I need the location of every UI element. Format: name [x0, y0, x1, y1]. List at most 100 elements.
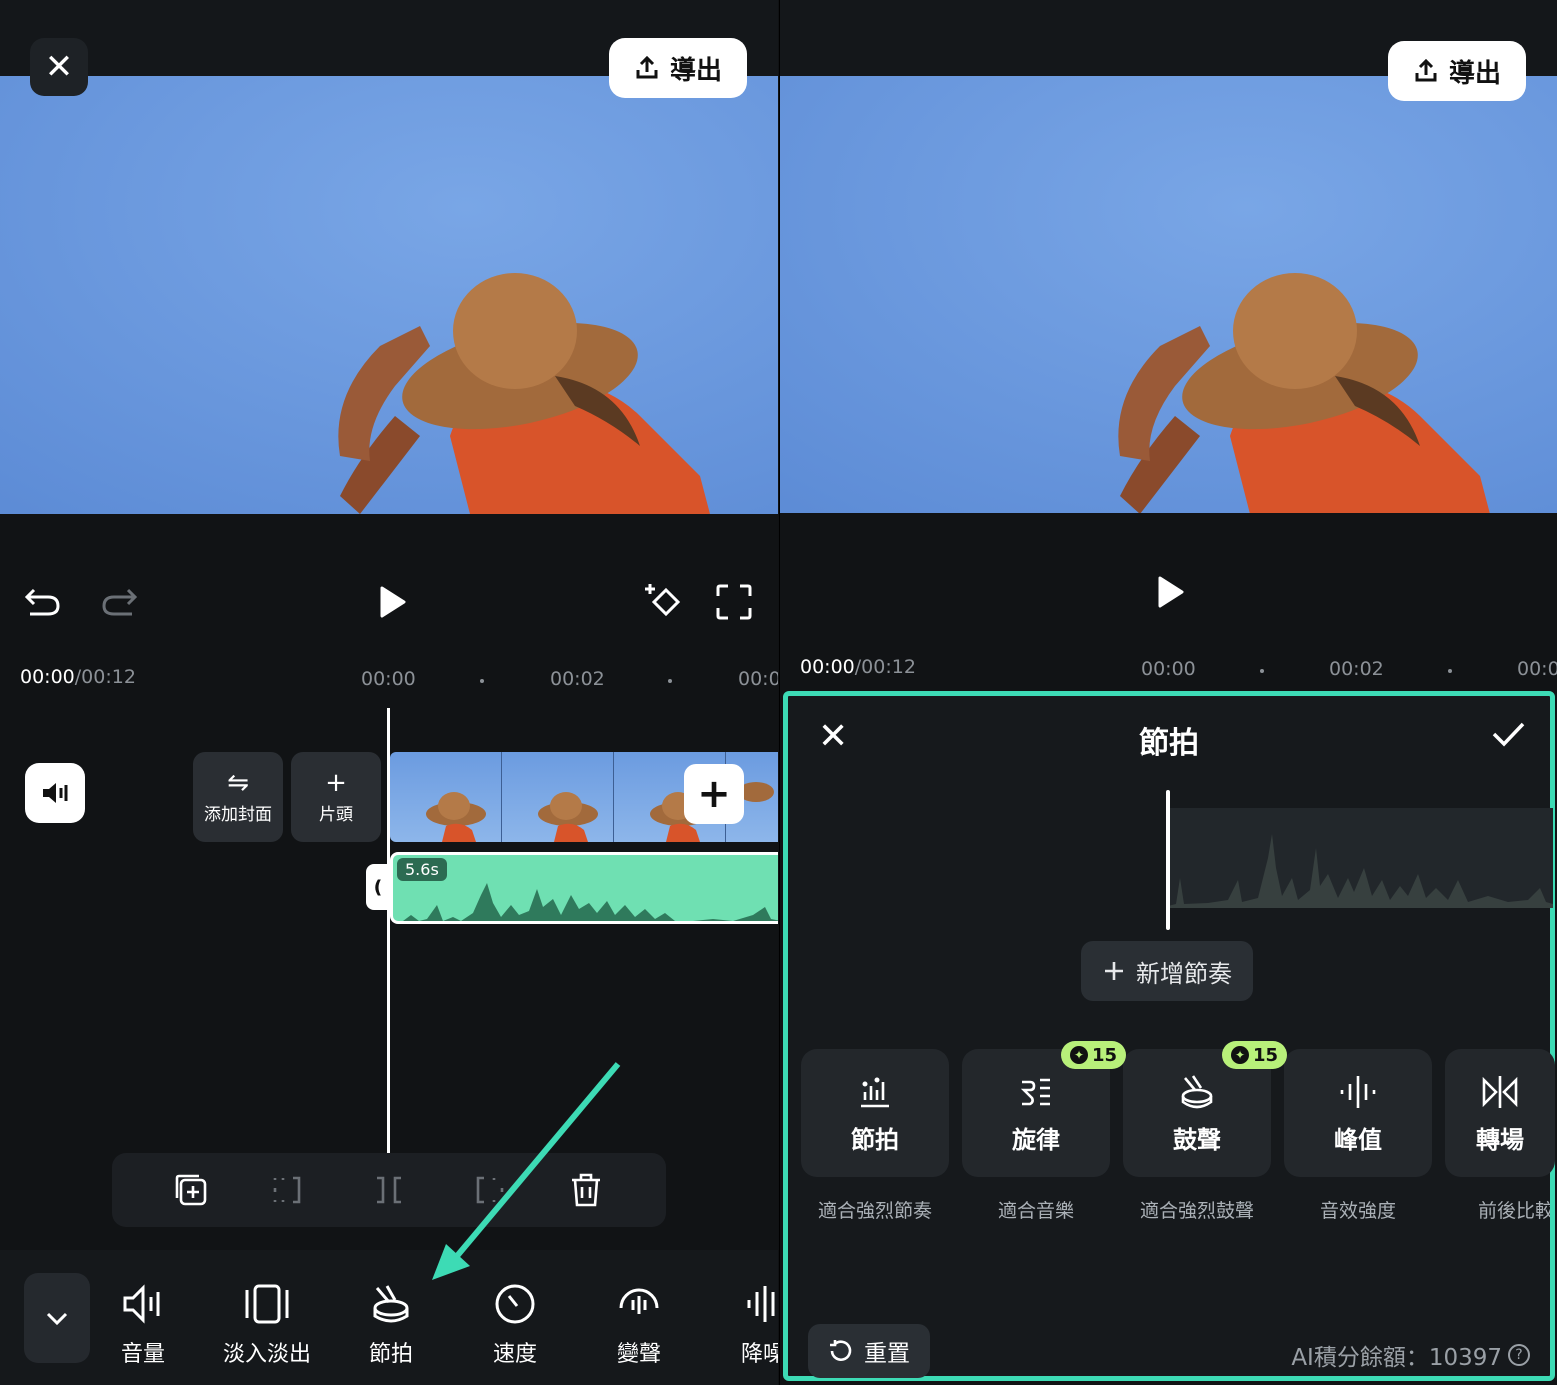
audio-clip[interactable] — [390, 852, 778, 924]
reset-button[interactable]: 重置 — [808, 1324, 930, 1378]
editor-panel-right: 導出 00:00/00:12 00:00 00:02 00:0 ✕ 節拍 新增節… — [779, 0, 1557, 1385]
audio-waveform — [403, 883, 778, 921]
speaker-icon — [43, 783, 68, 803]
beat-cursor[interactable] — [1166, 790, 1170, 930]
beat-panel: ✕ 節拍 新增節奏 節拍 旋律 鼓聲 峰值 轉場 ✦ 15 ✦ 15 適合強烈節… — [783, 691, 1555, 1381]
video-preview[interactable] — [780, 76, 1557, 513]
credit-coin-icon: ✦ — [1070, 1046, 1088, 1064]
timecode: 00:00/00:12 — [800, 656, 916, 678]
mode-desc: 適合強烈鼓聲 — [1139, 1200, 1254, 1222]
timecode-current: 00:00 — [800, 656, 855, 678]
add-beat-label: 新增節奏 — [1136, 959, 1232, 988]
transition-icon — [1482, 1075, 1518, 1108]
credits-label: AI積分餘額：10397 — [1291, 1345, 1502, 1371]
video-preview[interactable] — [0, 76, 778, 514]
export-button[interactable]: 導出 — [609, 38, 747, 98]
tool-beat[interactable]: 節拍 — [343, 1280, 439, 1368]
split-button[interactable] — [369, 1170, 409, 1210]
play-button[interactable] — [1146, 570, 1190, 614]
collapse-button[interactable] — [24, 1273, 90, 1363]
reset-label: 重置 — [864, 1341, 910, 1367]
delete-button[interactable] — [566, 1170, 606, 1210]
split-icon — [377, 1176, 401, 1204]
add-cover-label: 添加封面 — [204, 804, 272, 825]
audio-duration-badge: 5.6s — [397, 858, 447, 881]
add-beat-button[interactable]: 新增節奏 — [1081, 941, 1253, 1001]
screen: ✕ 導出 00:00/00:12 00:00 00:02 00:0 ⇋ 添加封面… — [0, 0, 1557, 1385]
speed-icon — [495, 1284, 535, 1324]
split-right-button[interactable] — [468, 1170, 508, 1210]
clip-thumbnail — [502, 752, 614, 842]
cost-value: 15 — [1092, 1044, 1118, 1066]
redo-button[interactable] — [100, 580, 140, 620]
play-button[interactable] — [368, 580, 412, 624]
tool-speed[interactable]: 速度 — [467, 1280, 563, 1368]
mode-card-beat[interactable]: 節拍 — [801, 1049, 949, 1177]
tool-label: 淡入淡出 — [222, 1342, 311, 1367]
mode-desc: 音效強度 — [1319, 1200, 1396, 1222]
preview-image — [0, 76, 778, 514]
undo-icon — [24, 588, 60, 616]
trim-left-icon — [273, 1176, 301, 1204]
mode-label: 旋律 — [1012, 1125, 1060, 1154]
mute-original-audio-button[interactable] — [25, 763, 85, 823]
tool-label: 速度 — [492, 1342, 537, 1367]
tool-label: 變聲 — [616, 1342, 661, 1367]
keyframe-icon — [645, 584, 681, 617]
split-left-button[interactable] — [269, 1170, 309, 1210]
add-clip-button[interactable]: + — [684, 764, 744, 824]
tool-label: 音量 — [120, 1342, 165, 1367]
playhead[interactable] — [387, 708, 390, 1153]
mode-card-peak[interactable]: 峰值 — [1284, 1049, 1432, 1177]
intro-tile[interactable]: + 片頭 — [291, 752, 381, 842]
reset-icon — [830, 1340, 852, 1361]
tool-denoise[interactable]: 降噪 — [715, 1280, 778, 1368]
clip-thumbnail — [390, 752, 502, 842]
tool-volume[interactable]: 音量 — [95, 1280, 191, 1368]
redo-icon — [102, 588, 138, 616]
export-button[interactable]: 導出 — [1388, 41, 1526, 101]
help-icon[interactable]: ? — [1508, 1344, 1530, 1366]
voice-change-icon — [619, 1288, 659, 1314]
fade-icon — [245, 1284, 289, 1324]
mode-desc: 適合強烈節奏 — [817, 1200, 932, 1222]
tool-fade[interactable]: 淡入淡出 — [219, 1280, 315, 1368]
beat-confirm-button[interactable] — [1488, 714, 1528, 758]
ruler-tick: 00:0 — [1517, 658, 1557, 680]
ruler-tick: 00:00 — [361, 668, 416, 690]
close-icon: ✕ — [44, 47, 74, 87]
fullscreen-button[interactable] — [712, 580, 756, 624]
beat-waveform — [1168, 834, 1553, 908]
ruler-dot — [1448, 669, 1452, 673]
intro-label: 片頭 — [319, 804, 353, 825]
chevron-down-icon — [46, 1312, 68, 1326]
ruler-tick: 00:00 — [1141, 658, 1196, 680]
plus-icon — [1105, 962, 1123, 980]
mode-label: 轉場 — [1476, 1125, 1524, 1154]
mode-desc: 前後比較 — [1478, 1200, 1550, 1222]
upload-icon — [636, 55, 658, 79]
tool-label: 節拍 — [368, 1342, 413, 1367]
beat-waveform-track[interactable] — [1168, 808, 1553, 908]
ruler-tick: 00:0 — [738, 668, 778, 690]
timecode-current: 00:00 — [20, 666, 75, 688]
undo-button[interactable] — [22, 580, 62, 620]
mode-card-transition[interactable]: 轉場 — [1445, 1049, 1555, 1177]
tool-voice-change[interactable]: 變聲 — [591, 1280, 687, 1368]
check-icon — [1492, 722, 1525, 747]
keyframe-button[interactable] — [642, 580, 686, 624]
ruler-dot — [668, 679, 672, 683]
peak-icon — [1340, 1075, 1376, 1108]
add-cover-tile[interactable]: ⇋ 添加封面 — [193, 752, 283, 842]
duplicate-button[interactable] — [171, 1170, 211, 1210]
denoise-icon — [747, 1286, 775, 1322]
export-label: 導出 — [669, 55, 722, 86]
fullscreen-icon — [716, 584, 752, 620]
play-icon — [1158, 576, 1184, 608]
swap-icon: ⇋ — [227, 767, 249, 798]
trim-right-icon — [476, 1176, 504, 1204]
editor-panel-left: ✕ 導出 00:00/00:12 00:00 00:02 00:0 ⇋ 添加封面… — [0, 0, 778, 1385]
melody-icon — [1020, 1078, 1050, 1105]
preview-image — [780, 76, 1557, 513]
close-button[interactable]: ✕ — [30, 38, 88, 96]
